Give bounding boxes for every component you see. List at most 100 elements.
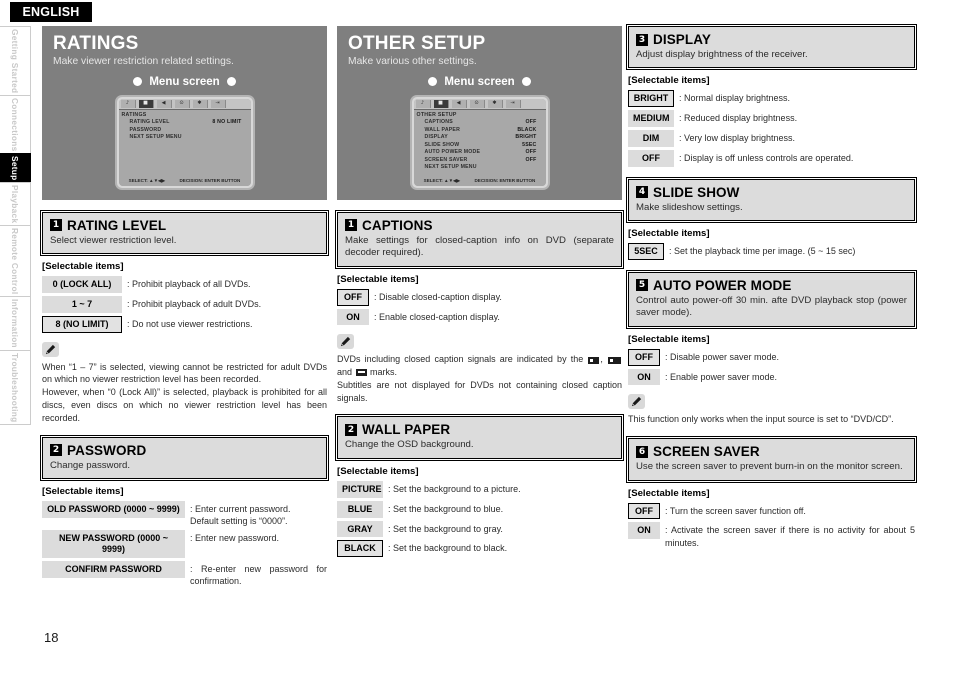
- option-key-on[interactable]: ON: [337, 308, 369, 326]
- option-description: : Re-enter new password for confirmation…: [190, 563, 327, 587]
- osd-footer-decision: DECISION: ENTER BUTTON: [179, 177, 241, 183]
- sidebar-item-troubleshooting[interactable]: Troubleshooting: [0, 349, 31, 425]
- section-description: Use the screen saver to prevent burn-in …: [636, 461, 903, 473]
- sidebar-item-getting-started[interactable]: Getting Started: [0, 26, 31, 97]
- option-row: GRAY : Set the background to gray.: [337, 520, 622, 538]
- osd-menu-row[interactable]: NEXT SETUP MENU: [122, 134, 248, 140]
- note-text: DVDs including closed caption signals ar…: [337, 354, 622, 403]
- section-display: 3 DISPLAY Adjust display brightness of the…: [626, 23, 917, 167]
- option-description: : Prohibit playback of all DVDs.: [127, 279, 251, 290]
- osd-menu-row-value: BLACK: [517, 126, 537, 133]
- osd-menu-row-value: OFF: [525, 119, 537, 126]
- osd-menu-row-value: OFF: [525, 156, 537, 163]
- note-block: This function only works when the input …: [628, 394, 915, 426]
- section-description: Control auto power-off 30 min. afte DVD …: [636, 294, 907, 319]
- osd-speaker-tab[interactable]: ◀: [156, 99, 172, 108]
- osd-menu-row[interactable]: DISPLAY BRIGHT: [417, 134, 543, 140]
- osd-menu-row[interactable]: NEXT SETUP MENU: [417, 164, 543, 170]
- section-title-row: 1 RATING LEVEL: [50, 218, 319, 233]
- menu-screen-label: Menu screen: [337, 76, 622, 88]
- option-key-bright[interactable]: BRIGHT: [628, 90, 674, 108]
- option-key-on[interactable]: ON: [628, 522, 660, 540]
- pencil-note-icon: [42, 341, 59, 357]
- osd-footer: SELECT: ▲▼◀▶ DECISION: ENTER BUTTON: [414, 178, 546, 184]
- option-description: : Prohibit playback of adult DVDs.: [127, 299, 262, 310]
- option-key-confirm-password[interactable]: CONFIRM PASSWORD: [42, 560, 185, 578]
- hero-title: RATINGS: [53, 33, 139, 54]
- option-key-picture[interactable]: PICTURE: [337, 480, 383, 498]
- sidebar-item-playback[interactable]: Playback: [0, 182, 31, 227]
- option-key-gray[interactable]: GRAY: [337, 520, 383, 538]
- osd-menu-row[interactable]: AUTO POWER MODE OFF: [417, 149, 543, 155]
- osd-other-tab[interactable]: ✱: [192, 99, 208, 108]
- option-description: : Display is off unless controls are ope…: [679, 152, 854, 163]
- osd-audio-tab[interactable]: ♪: [120, 99, 136, 108]
- section-description: Adjust display brightness of the receive…: [636, 49, 808, 60]
- option-key-new-password-0000-9999[interactable]: NEW PASSWORD (0000 ~ 9999): [42, 530, 185, 558]
- osd-menu-row-name: CAPTIONS: [424, 119, 453, 126]
- option-key-off[interactable]: OFF: [628, 348, 660, 366]
- osd-video-tab[interactable]: ■: [433, 99, 449, 108]
- osd-exit-tab[interactable]: ⇥: [505, 99, 521, 108]
- sidebar-item-setup[interactable]: Setup: [0, 153, 31, 184]
- osd-tab-glyph-icon: ◀: [161, 100, 166, 107]
- bullet-dot-right-icon: [226, 77, 236, 87]
- section-title-row: 5 AUTO POWER MODE: [636, 278, 907, 293]
- section-title-row: 1 CAPTIONS: [345, 218, 614, 233]
- option-key-off[interactable]: OFF: [337, 288, 369, 306]
- option-description: : Enter current password. Default setting…: [190, 504, 291, 527]
- sidebar-item-information[interactable]: Information: [0, 296, 31, 351]
- section-title-row: 2 WALL PAPER: [345, 422, 614, 437]
- sidebar-item-remote-control[interactable]: Remote Control: [0, 225, 31, 298]
- section-description: Change password.: [50, 459, 130, 471]
- osd-audio-tab[interactable]: ♪: [415, 99, 431, 108]
- osd-other-tab[interactable]: ✱: [487, 99, 503, 108]
- osd-ratings-tab[interactable]: ⊙: [469, 99, 485, 108]
- osd-menu-row[interactable]: SCREEN SAVER OFF: [417, 157, 543, 163]
- section-description: Change the OSD background.: [345, 439, 474, 451]
- option-description: : Disable power saver mode.: [665, 351, 780, 362]
- sidebar-item-connections[interactable]: Connections: [0, 95, 31, 155]
- option-key-8-no-limit[interactable]: 8 (NO LIMIT): [42, 315, 122, 333]
- osd-menu-row-name: RATING LEVEL: [129, 119, 170, 126]
- pencil-note-icon: [337, 334, 354, 350]
- option-row: NEW PASSWORD (0000 ~ 9999): Enter new pa…: [42, 530, 327, 558]
- option-key-black[interactable]: BLACK: [337, 540, 383, 558]
- option-key-5sec[interactable]: 5SEC: [628, 243, 664, 260]
- osd-menu-row[interactable]: PASSWORD: [122, 127, 248, 133]
- osd-footer: SELECT: ▲▼◀▶ DECISION: ENTER BUTTON: [119, 178, 251, 184]
- option-key-blue[interactable]: BLUE: [337, 500, 383, 518]
- bullet-dot-right-icon: [521, 77, 531, 87]
- bullet-dot-left-icon: [428, 77, 438, 87]
- bullet-dot-left-icon: [133, 77, 143, 87]
- osd-menu-row[interactable]: CAPTIONS OFF: [417, 119, 543, 125]
- osd-speaker-tab[interactable]: ◀: [451, 99, 467, 108]
- option-row: MEDIUM: Reduced display brightness.: [628, 110, 915, 128]
- osd-menu-row[interactable]: WALL PAPER BLACK: [417, 127, 543, 133]
- osd-footer-select: SELECT: ▲▼◀▶: [128, 177, 166, 183]
- option-row: OFF: Turn the screen saver function off.: [628, 502, 915, 520]
- option-description: : Set the background to gray.: [388, 523, 503, 534]
- option-key-medium[interactable]: MEDIUM: [628, 110, 674, 128]
- option-key-1-7[interactable]: 1 ~ 7: [42, 296, 122, 313]
- osd-exit-tab[interactable]: ⇥: [210, 99, 226, 108]
- note-text: This function only works when the input …: [628, 414, 894, 425]
- option-key-0-lock-all[interactable]: 0 (LOCK ALL): [42, 276, 122, 294]
- option-key-dim[interactable]: DIM: [628, 130, 674, 147]
- option-row: OFF: Disable closed-caption display.: [337, 288, 622, 306]
- page-number: 18: [44, 630, 59, 645]
- option-key-old-password-0000-9999[interactable]: OLD PASSWORD (0000 ~ 9999): [42, 501, 185, 518]
- caption-mark-2-icon: [608, 356, 621, 364]
- osd-video-tab[interactable]: ■: [138, 99, 154, 108]
- option-key-off[interactable]: OFF: [628, 149, 674, 167]
- section-description: Make settings for closed-caption info on…: [345, 234, 614, 259]
- osd-tab-glyph-icon: ✱: [197, 100, 202, 107]
- osd-ratings-tab[interactable]: ⊙: [174, 99, 190, 108]
- osd-screen: ♪ ■ ◀ ⊙ ✱ ⇥ RATINGS RATING LEVEL 8 NO LIMIT PASSW…: [114, 94, 255, 190]
- option-key-on[interactable]: ON: [628, 368, 660, 386]
- osd-menu-row[interactable]: RATING LEVEL 8 NO LIMIT: [122, 119, 248, 125]
- manual-page: ENGLISH Getting Started Connections Setup P…: [0, 0, 954, 675]
- osd-menu-row[interactable]: SLIDE SHOW 5SEC: [417, 142, 543, 148]
- osd-screenshot-wrap: ♪ ■ ◀ ⊙ ✱ ⇥ OTHER SETUP CAPTIONS OFF WALL PAPER BL…: [337, 94, 622, 190]
- option-key-off[interactable]: OFF: [628, 502, 660, 520]
